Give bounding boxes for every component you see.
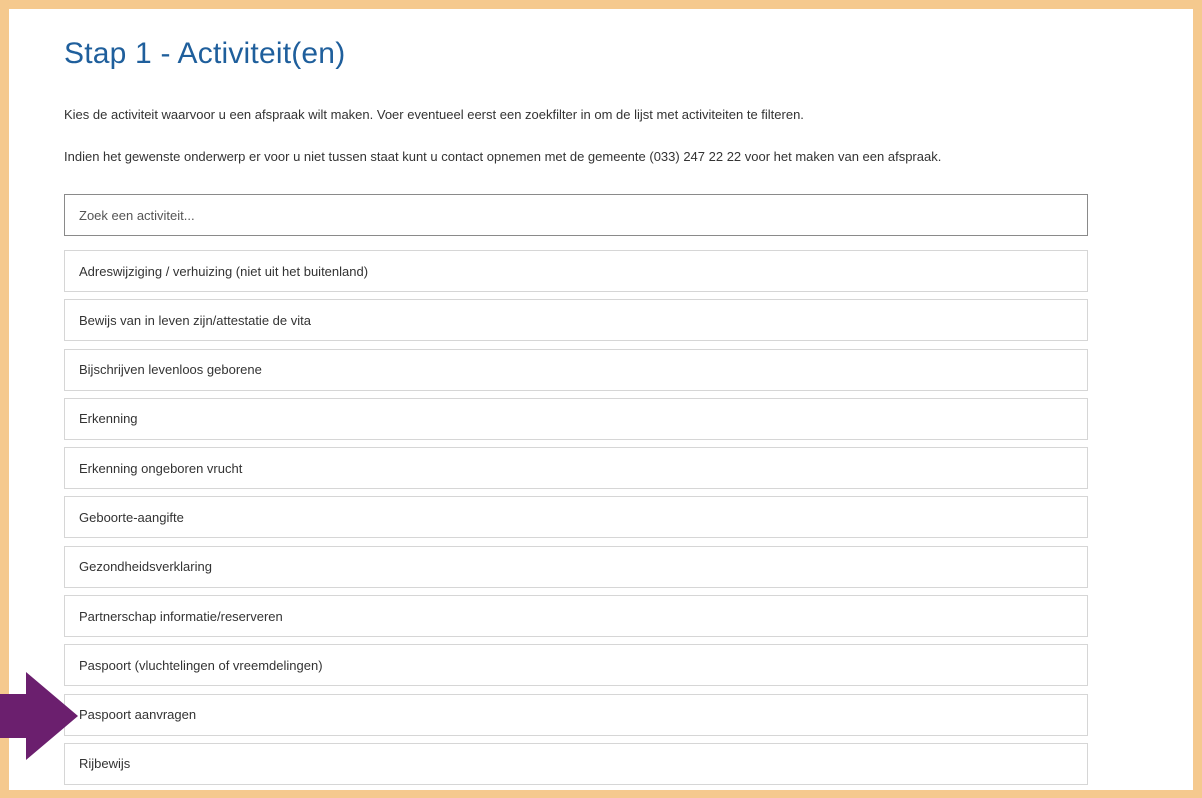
intro-text: Kies de activiteit waarvoor u een afspra… bbox=[64, 107, 804, 122]
arrow-right-icon bbox=[0, 672, 78, 760]
activity-item-geboorte-aangifte[interactable]: Geboorte-aangifte bbox=[64, 496, 1088, 539]
activity-item-erkenning-ongeboren-vrucht[interactable]: Erkenning ongeboren vrucht bbox=[64, 447, 1088, 490]
activity-item-paspoort-aanvragen[interactable]: Paspoort aanvragen bbox=[64, 693, 1088, 736]
contact-text: Indien het gewenste onderwerp er voor u … bbox=[64, 149, 942, 164]
activity-item-paspoort-vluchtelingen[interactable]: Paspoort (vluchtelingen of vreemdelingen… bbox=[64, 644, 1088, 687]
activity-item-partnerschap[interactable]: Partnerschap informatie/reserveren bbox=[64, 595, 1088, 638]
activity-item-rijbewijs[interactable]: Rijbewijs bbox=[64, 742, 1088, 785]
activity-item-bewijs-in-leven[interactable]: Bewijs van in leven zijn/attestatie de v… bbox=[64, 299, 1088, 342]
activity-item-gezondheidsverklaring[interactable]: Gezondheidsverklaring bbox=[64, 545, 1088, 588]
activity-item-erkenning[interactable]: Erkenning bbox=[64, 397, 1088, 440]
search-input[interactable] bbox=[64, 194, 1088, 236]
activity-item-levenloos-geborene[interactable]: Bijschrijven levenloos geborene bbox=[64, 348, 1088, 391]
activity-list: Adreswijziging / verhuizing (niet uit he… bbox=[64, 250, 1088, 790]
main-panel: Stap 1 - Activiteit(en) Kies de activite… bbox=[9, 9, 1193, 790]
activity-item-adreswijziging[interactable]: Adreswijziging / verhuizing (niet uit he… bbox=[64, 250, 1088, 292]
page-title: Stap 1 - Activiteit(en) bbox=[64, 37, 346, 70]
